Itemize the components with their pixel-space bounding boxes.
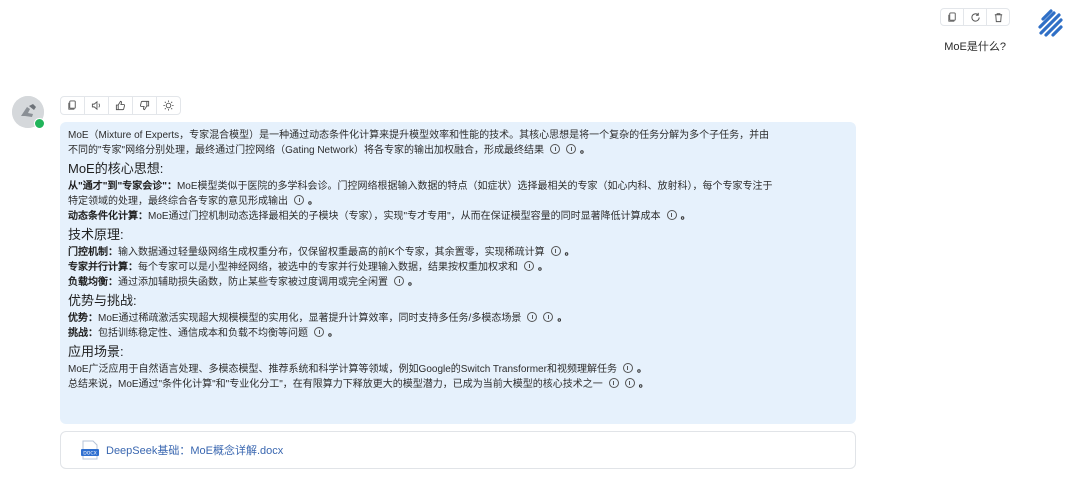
item-text: MoE模型类似于医院的多学科会诊。门控网络根据输入数据的特点（如症状）选择最相关… [176, 181, 773, 192]
section-heading: 优势与挑战: [68, 293, 137, 308]
copy-icon [947, 11, 956, 22]
citation-icon[interactable] [524, 261, 534, 271]
idea-icon [163, 100, 174, 111]
thumbs-up-icon [115, 100, 126, 111]
trash-icon [994, 12, 1002, 22]
item-text: 特定领域的处理，最终综合各专家的意见形成输出 [68, 196, 288, 207]
item-label: 优势： [68, 313, 98, 324]
list-item: 负载均衡：通过添加辅助损失函数，防止某些专家被过度调用或完全闲置。 [68, 276, 418, 288]
user-message-text: MoE是什么? [944, 41, 1006, 53]
list-item: MoE广泛应用于自然语言处理、多模态模型、推荐系统和科学计算等领域，例如Goog… [68, 363, 647, 375]
copy-answer-button[interactable] [61, 97, 85, 114]
item-text: MoE通过稀疏激活实现超大规模模型的实用化，显著提升计算效率，同时支持多任务/多… [98, 313, 522, 324]
citation-icon[interactable] [566, 144, 577, 154]
citation-icon[interactable] [394, 276, 404, 286]
list-item: 优势：MoE通过稀疏激活实现超大规模模型的实用化，显著提升计算效率，同时支持多任… [68, 312, 568, 324]
item-label: 挑战： [68, 328, 98, 339]
citation-icon[interactable] [550, 144, 561, 154]
list-item: 动态条件化计算：MoE通过门控机制动态选择最相关的子模块（专家），实现"专才专用… [68, 210, 691, 222]
answer-intro: MoE（Mixture of Experts，专家混合模型）是一种通过动态条件化… [68, 130, 770, 156]
attachment-label: DeepSeek基础：MoE概念详解.docx [106, 445, 284, 457]
refresh-icon [970, 12, 980, 22]
section-heading: MoE的核心思想: [68, 161, 164, 176]
citation-icon[interactable] [608, 378, 619, 388]
bot-answer-bubble: MoE（Mixture of Experts，专家混合模型）是一种通过动态条件化… [60, 122, 856, 424]
read-aloud-button[interactable] [85, 97, 109, 114]
item-label: 从"通才"到"专家会诊"： [68, 181, 177, 192]
regenerate-button[interactable] [964, 9, 987, 25]
citation-icon[interactable] [666, 210, 677, 220]
copy-button[interactable] [941, 9, 964, 25]
list-item: 门控机制：输入数据通过轻量级网络生成权重分布，仅保留权重最高的前K个专家，其余置… [68, 246, 575, 258]
citation-icon[interactable] [624, 378, 635, 388]
item-text: MoE广泛应用于自然语言处理、多模态模型、推荐系统和科学计算等领域，例如Goog… [68, 364, 617, 375]
item-text: 每个专家可以是小型神经网络，被选中的专家并行处理输入数据，结果按权重加权求和 [138, 262, 518, 273]
dislike-button[interactable] [133, 97, 157, 114]
citation-icon[interactable] [294, 195, 304, 205]
delete-button[interactable] [987, 9, 1009, 25]
citation-icon[interactable] [314, 327, 324, 337]
item-label: 动态条件化计算： [68, 211, 148, 222]
item-text: 输入数据通过轻量级网络生成权重分布，仅保留权重最高的前K个专家，其余置零，实现稀… [118, 247, 545, 258]
user-message-actions [940, 8, 1010, 26]
item-text: 通过添加辅助损失函数，防止某些专家被过度调用或完全闲置 [118, 277, 388, 288]
citation-icon[interactable] [527, 312, 538, 322]
insight-button[interactable] [157, 97, 180, 114]
list-item: 从"通才"到"专家会诊"：MoE模型类似于医院的多学科会诊。门控网络根据输入数据… [68, 181, 773, 207]
intro-line-1: MoE（Mixture of Experts，专家混合模型）是一种通过动态条件化… [68, 130, 770, 141]
item-label: 专家并行计算： [68, 262, 138, 273]
item-label: 负载均衡： [68, 277, 118, 288]
item-text: 包括训练稳定性、通信成本和负载不均衡等问题 [98, 328, 308, 339]
like-button[interactable] [109, 97, 133, 114]
bot-message-toolbar [60, 96, 181, 115]
speaker-icon [91, 100, 100, 111]
citation-icon[interactable] [550, 246, 561, 256]
answer-conclusion: 总结来说，MoE通过"条件化计算"和"专业化分工"，在有限算力下释放更大的模型潜… [68, 378, 649, 390]
item-text: MoE通过门控机制动态选择最相关的子模块（专家），实现"专才专用"，从而在保证模… [148, 211, 661, 222]
source-attachment[interactable]: DOCX DeepSeek基础：MoE概念详解.docx [60, 431, 856, 469]
citation-icon[interactable] [543, 312, 554, 322]
list-item: 挑战：包括训练稳定性、通信成本和负载不均衡等问题。 [68, 327, 338, 339]
section-heading: 应用场景: [68, 344, 124, 359]
list-item: 专家并行计算：每个专家可以是小型神经网络，被选中的专家并行处理输入数据，结果按权… [68, 261, 548, 273]
copy-icon [68, 100, 76, 110]
striped-logo-icon [1038, 9, 1063, 37]
user-avatar [1033, 6, 1069, 42]
item-label: 门控机制： [68, 247, 118, 258]
intro-line-2: 不同的"专家"网络分别处理，最终通过门控网络（Gating Network）将各… [68, 145, 545, 156]
online-status-dot [34, 118, 45, 129]
thumbs-down-icon [139, 100, 150, 111]
docx-file-icon: DOCX [81, 440, 99, 460]
docx-badge-text: DOCX [83, 451, 97, 457]
citation-icon[interactable] [622, 363, 633, 373]
bot-avatar [12, 96, 45, 129]
section-heading: 技术原理: [68, 227, 124, 242]
conclusion-text: 总结来说，MoE通过"条件化计算"和"专业化分工"，在有限算力下释放更大的模型潜… [68, 379, 603, 390]
